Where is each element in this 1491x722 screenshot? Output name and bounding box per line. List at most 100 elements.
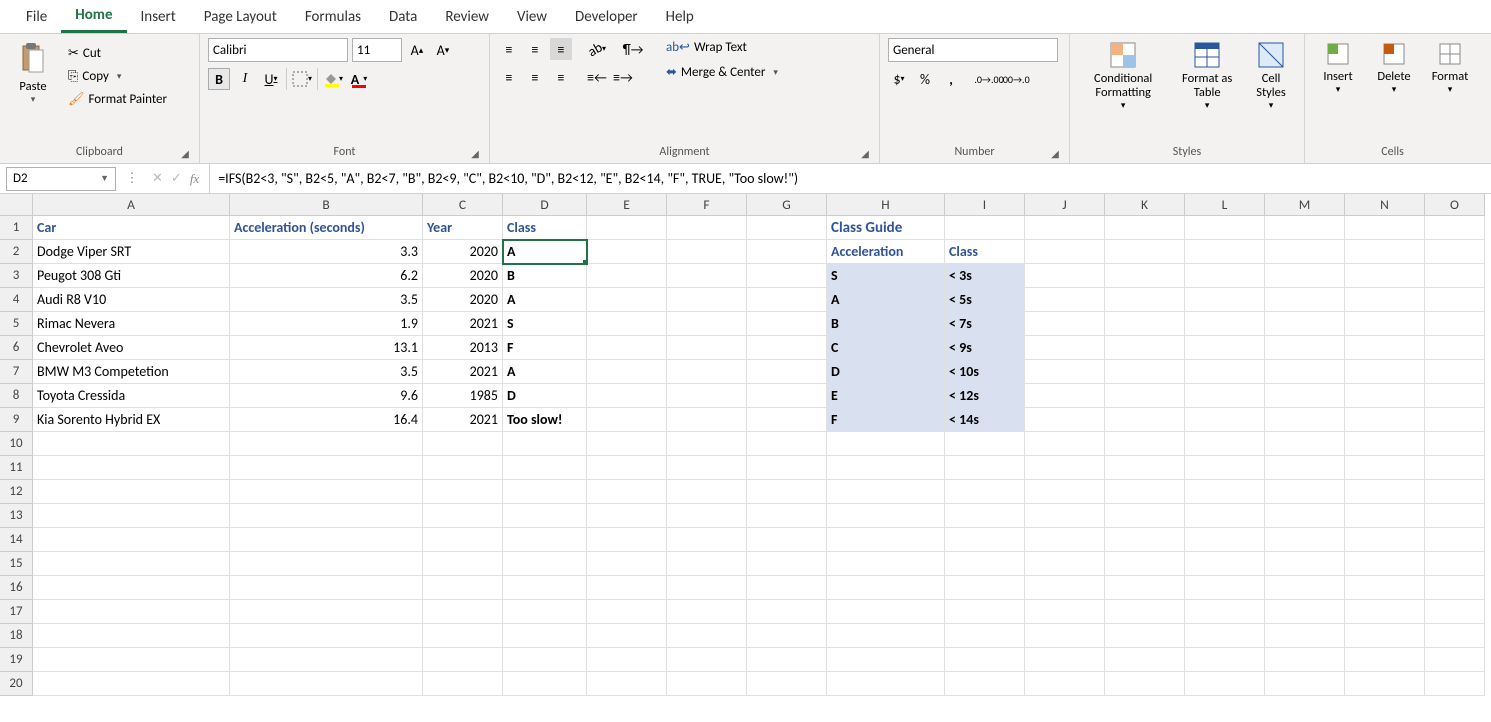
cancel-formula-icon[interactable]: ✕ xyxy=(152,171,163,186)
row-header-15[interactable]: 15 xyxy=(0,552,33,576)
car-name[interactable]: Kia Sorento Hybrid EX xyxy=(33,408,230,432)
cell-N2[interactable] xyxy=(1345,240,1425,264)
cell-J1[interactable] xyxy=(1025,216,1105,240)
cell-D20[interactable] xyxy=(503,672,587,696)
row-header-3[interactable]: 3 xyxy=(0,264,33,288)
cell-F9[interactable] xyxy=(667,408,747,432)
name-box[interactable]: D2▼ xyxy=(6,167,116,191)
cell-L15[interactable] xyxy=(1185,552,1265,576)
cell-N6[interactable] xyxy=(1345,336,1425,360)
cell-E14[interactable] xyxy=(587,528,667,552)
cell-G18[interactable] xyxy=(747,624,827,648)
cell-M17[interactable] xyxy=(1265,600,1345,624)
cell-E7[interactable] xyxy=(587,360,667,384)
car-year[interactable]: 2020 xyxy=(423,288,503,312)
cell-H15[interactable] xyxy=(827,552,945,576)
guide-value[interactable]: < 7s xyxy=(945,312,1025,336)
cell-styles-button[interactable]: Cell Styles▾ xyxy=(1246,38,1296,113)
cell-I11[interactable] xyxy=(945,456,1025,480)
cell-D11[interactable] xyxy=(503,456,587,480)
row-header-19[interactable]: 19 xyxy=(0,648,33,672)
cell-K11[interactable] xyxy=(1105,456,1185,480)
cell-M4[interactable] xyxy=(1265,288,1345,312)
cell-C10[interactable] xyxy=(423,432,503,456)
cell-E13[interactable] xyxy=(587,504,667,528)
cell-L20[interactable] xyxy=(1185,672,1265,696)
increase-indent-button[interactable]: ≡→ xyxy=(612,66,634,88)
menu-help[interactable]: Help xyxy=(652,2,708,32)
guide-h2[interactable]: Class xyxy=(945,240,1025,264)
conditional-formatting-button[interactable]: Conditional Formatting▾ xyxy=(1078,38,1168,113)
cell-B15[interactable] xyxy=(230,552,423,576)
cell-F5[interactable] xyxy=(667,312,747,336)
car-accel[interactable]: 3.5 xyxy=(230,288,423,312)
wrap-text-button[interactable]: ab↩Wrap Text xyxy=(662,38,782,57)
cell-O20[interactable] xyxy=(1425,672,1485,696)
cell-J20[interactable] xyxy=(1025,672,1105,696)
car-name[interactable]: Audi R8 V10 xyxy=(33,288,230,312)
cell-D18[interactable] xyxy=(503,624,587,648)
header-class[interactable]: Class xyxy=(503,216,587,240)
cell-L9[interactable] xyxy=(1185,408,1265,432)
cell-A13[interactable] xyxy=(33,504,230,528)
cell-E5[interactable] xyxy=(587,312,667,336)
copy-button[interactable]: ⎘Copy▾ xyxy=(64,67,171,86)
cell-L11[interactable] xyxy=(1185,456,1265,480)
cell-B12[interactable] xyxy=(230,480,423,504)
cell-K6[interactable] xyxy=(1105,336,1185,360)
menu-data[interactable]: Data xyxy=(375,2,431,32)
insert-cells-button[interactable]: Insert▾ xyxy=(1313,38,1363,97)
menu-formulas[interactable]: Formulas xyxy=(291,2,375,32)
number-format-combo[interactable] xyxy=(888,38,1058,62)
rtl-button[interactable]: ¶→ xyxy=(622,38,644,60)
cell-G8[interactable] xyxy=(747,384,827,408)
cell-J4[interactable] xyxy=(1025,288,1105,312)
cell-L16[interactable] xyxy=(1185,576,1265,600)
cell-F20[interactable] xyxy=(667,672,747,696)
align-bottom-button[interactable]: ≡ xyxy=(550,38,572,60)
clipboard-launcher-icon[interactable]: ◢ xyxy=(179,147,191,159)
cell-G3[interactable] xyxy=(747,264,827,288)
format-as-table-button[interactable]: Format as Table▾ xyxy=(1174,38,1240,113)
col-header-L[interactable]: L xyxy=(1185,194,1265,216)
col-header-M[interactable]: M xyxy=(1265,194,1345,216)
col-header-J[interactable]: J xyxy=(1025,194,1105,216)
increase-decimal-button[interactable]: .0→.00 xyxy=(978,68,1000,90)
cell-A20[interactable] xyxy=(33,672,230,696)
cell-E19[interactable] xyxy=(587,648,667,672)
cell-J9[interactable] xyxy=(1025,408,1105,432)
percent-button[interactable]: % xyxy=(914,68,936,90)
decrease-decimal-button[interactable]: .00→.0 xyxy=(1004,68,1026,90)
cell-G5[interactable] xyxy=(747,312,827,336)
cell-O17[interactable] xyxy=(1425,600,1485,624)
cell-H12[interactable] xyxy=(827,480,945,504)
cell-K1[interactable] xyxy=(1105,216,1185,240)
guide-value[interactable]: < 3s xyxy=(945,264,1025,288)
car-year[interactable]: 2020 xyxy=(423,240,503,264)
cell-H11[interactable] xyxy=(827,456,945,480)
cell-L13[interactable] xyxy=(1185,504,1265,528)
cell-N7[interactable] xyxy=(1345,360,1425,384)
car-name[interactable]: Rimac Nevera xyxy=(33,312,230,336)
cell-A16[interactable] xyxy=(33,576,230,600)
cell-O1[interactable] xyxy=(1425,216,1485,240)
car-class[interactable]: A xyxy=(503,288,587,312)
cell-L4[interactable] xyxy=(1185,288,1265,312)
cell-K7[interactable] xyxy=(1105,360,1185,384)
menu-page-layout[interactable]: Page Layout xyxy=(190,2,291,32)
format-cells-button[interactable]: Format▾ xyxy=(1425,38,1475,97)
car-name[interactable]: BMW M3 Competetion xyxy=(33,360,230,384)
cut-button[interactable]: ✂Cut xyxy=(64,44,171,63)
cell-O2[interactable] xyxy=(1425,240,1485,264)
cell-F13[interactable] xyxy=(667,504,747,528)
cell-H20[interactable] xyxy=(827,672,945,696)
cell-B17[interactable] xyxy=(230,600,423,624)
cell-D19[interactable] xyxy=(503,648,587,672)
guide-value[interactable]: < 10s xyxy=(945,360,1025,384)
cell-F19[interactable] xyxy=(667,648,747,672)
row-header-7[interactable]: 7 xyxy=(0,360,33,384)
cell-F10[interactable] xyxy=(667,432,747,456)
cell-H18[interactable] xyxy=(827,624,945,648)
cell-I16[interactable] xyxy=(945,576,1025,600)
menu-developer[interactable]: Developer xyxy=(561,2,652,32)
